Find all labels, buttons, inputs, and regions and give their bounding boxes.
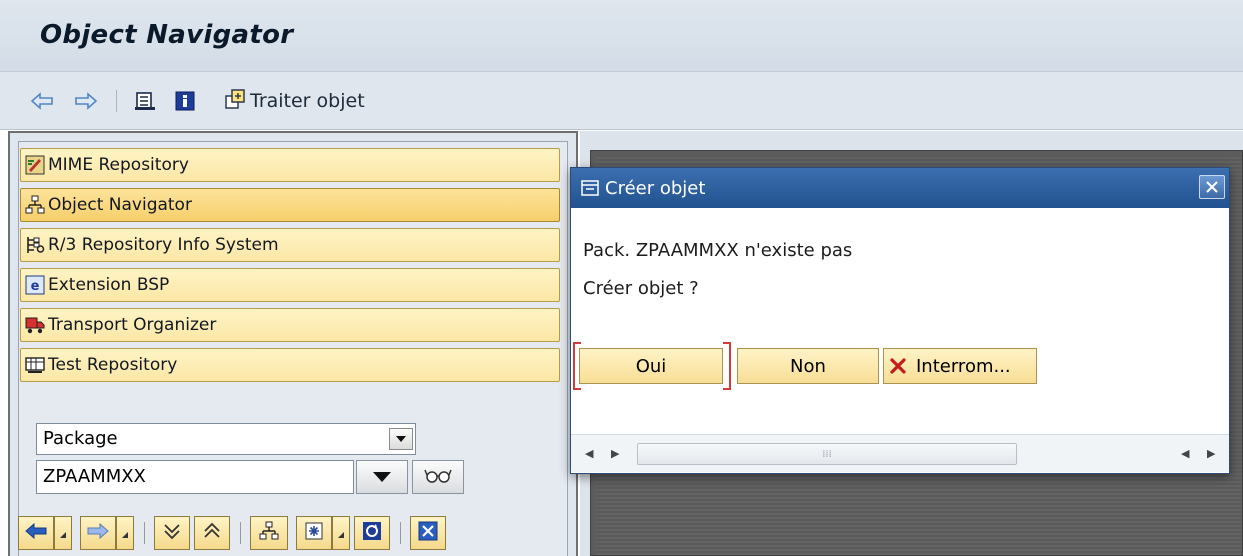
close-icon — [418, 521, 438, 545]
nav-item-mime-repository[interactable]: MIME Repository — [20, 148, 560, 182]
edit-object-icon — [224, 88, 246, 114]
information-icon[interactable] — [174, 86, 196, 116]
nav-item-label: Test Repository — [48, 355, 178, 375]
svg-text:e: e — [31, 279, 40, 294]
object-display-button[interactable] — [296, 516, 332, 550]
bsp-icon: e — [25, 275, 45, 295]
back-arrow-icon — [25, 522, 47, 543]
page-title: Object Navigator — [40, 20, 294, 50]
close-browser-button[interactable] — [410, 516, 446, 550]
dialog-title: Créer objet — [605, 177, 706, 199]
collapse-button[interactable] — [154, 516, 190, 550]
display-button[interactable] — [412, 460, 464, 494]
close-dialog-button[interactable] — [1199, 175, 1225, 199]
small-dropdown-icon — [59, 524, 67, 543]
asterisk-icon — [304, 521, 324, 545]
dialog-question: Créer objet ? — [583, 278, 699, 299]
forward-arrow-icon[interactable] — [74, 86, 98, 116]
toolbar-separator — [240, 522, 241, 544]
dialog-header: Créer objet — [571, 168, 1229, 208]
nav-item-object-navigator[interactable]: Object Navigator — [20, 188, 560, 222]
collapse-icon — [162, 521, 182, 545]
value-help-button[interactable] — [356, 460, 408, 494]
refresh-icon — [362, 521, 382, 545]
glasses-icon — [424, 466, 452, 488]
no-button[interactable]: Non — [737, 348, 879, 384]
object-list-hierarchy-button[interactable] — [250, 516, 288, 550]
edit-object-button[interactable]: Traiter objet — [224, 86, 365, 116]
focus-indicator-right — [723, 342, 731, 390]
dropdown-arrow-icon[interactable] — [389, 428, 413, 450]
yes-button[interactable]: Oui — [579, 348, 723, 384]
dialog-horizontal-scrollbar[interactable]: ◀ ▶ ⁞⁞⁞ ◀ ▶ — [571, 434, 1229, 472]
small-dropdown-icon — [337, 524, 345, 543]
mime-repository-icon — [25, 155, 45, 175]
close-icon — [1206, 177, 1218, 198]
cancel-x-icon — [890, 358, 906, 374]
truck-icon — [25, 315, 45, 335]
title-bar: Object Navigator — [0, 0, 1243, 72]
object-name-input[interactable]: ZPAAMMXX — [36, 460, 354, 494]
chevron-down-icon — [372, 468, 392, 487]
application-toolbar: Traiter objet — [0, 72, 1243, 130]
nav-item-label: R/3 Repository Info System — [48, 235, 279, 255]
next-object-menu-button[interactable] — [116, 516, 134, 550]
expand-icon — [202, 521, 222, 545]
display-object-list-icon[interactable] — [134, 86, 156, 116]
nav-item-transport-organizer[interactable]: Transport Organizer — [20, 308, 560, 342]
object-type-value: Package — [43, 428, 118, 449]
hierarchy-icon — [259, 521, 279, 545]
dialog-window-icon — [581, 180, 599, 196]
nav-item-label: MIME Repository — [48, 155, 189, 175]
previous-object-button[interactable] — [18, 516, 54, 550]
object-display-menu-button[interactable] — [332, 516, 350, 550]
toolbar-separator — [400, 522, 401, 544]
create-object-dialog: Créer objet Pack. ZPAAMMXX n'existe pas … — [570, 167, 1230, 474]
scroll-right-icon[interactable]: ▶ — [611, 447, 619, 460]
nav-item-repository-info-system[interactable]: R/3 Repository Info System — [20, 228, 560, 262]
refresh-button[interactable] — [354, 516, 390, 550]
nav-item-label: Extension BSP — [48, 275, 170, 295]
cancel-button[interactable]: Interrom... — [883, 348, 1037, 384]
scroll-left-icon[interactable]: ◀ — [1181, 447, 1189, 460]
expand-button[interactable] — [194, 516, 230, 550]
browser-toolbar — [16, 516, 536, 550]
cancel-button-label: Interrom... — [916, 355, 1011, 377]
hierarchy-icon — [25, 195, 45, 215]
forward-arrow-icon — [87, 522, 109, 543]
scroll-right-icon[interactable]: ▶ — [1207, 447, 1215, 460]
scroll-left-icon[interactable]: ◀ — [585, 447, 593, 460]
edit-object-label: Traiter objet — [250, 90, 365, 112]
info-system-icon — [25, 235, 45, 255]
back-arrow-icon[interactable] — [30, 86, 54, 116]
previous-object-menu-button[interactable] — [54, 516, 72, 550]
nav-item-test-repository[interactable]: Test Repository — [20, 348, 560, 382]
dialog-message: Pack. ZPAAMMXX n'existe pas — [583, 240, 853, 261]
next-object-button[interactable] — [80, 516, 116, 550]
scrollbar-thumb[interactable]: ⁞⁞⁞ — [637, 443, 1017, 465]
small-dropdown-icon — [121, 524, 129, 543]
nav-item-label: Object Navigator — [48, 195, 192, 215]
object-type-select[interactable]: Package — [36, 423, 416, 455]
toolbar-separator — [116, 90, 117, 112]
toolbar-separator — [144, 522, 145, 544]
test-icon — [25, 355, 45, 375]
nav-item-label: Transport Organizer — [48, 315, 217, 335]
object-name-value: ZPAAMMXX — [43, 466, 146, 487]
nav-item-extension-bsp[interactable]: e Extension BSP — [20, 268, 560, 302]
